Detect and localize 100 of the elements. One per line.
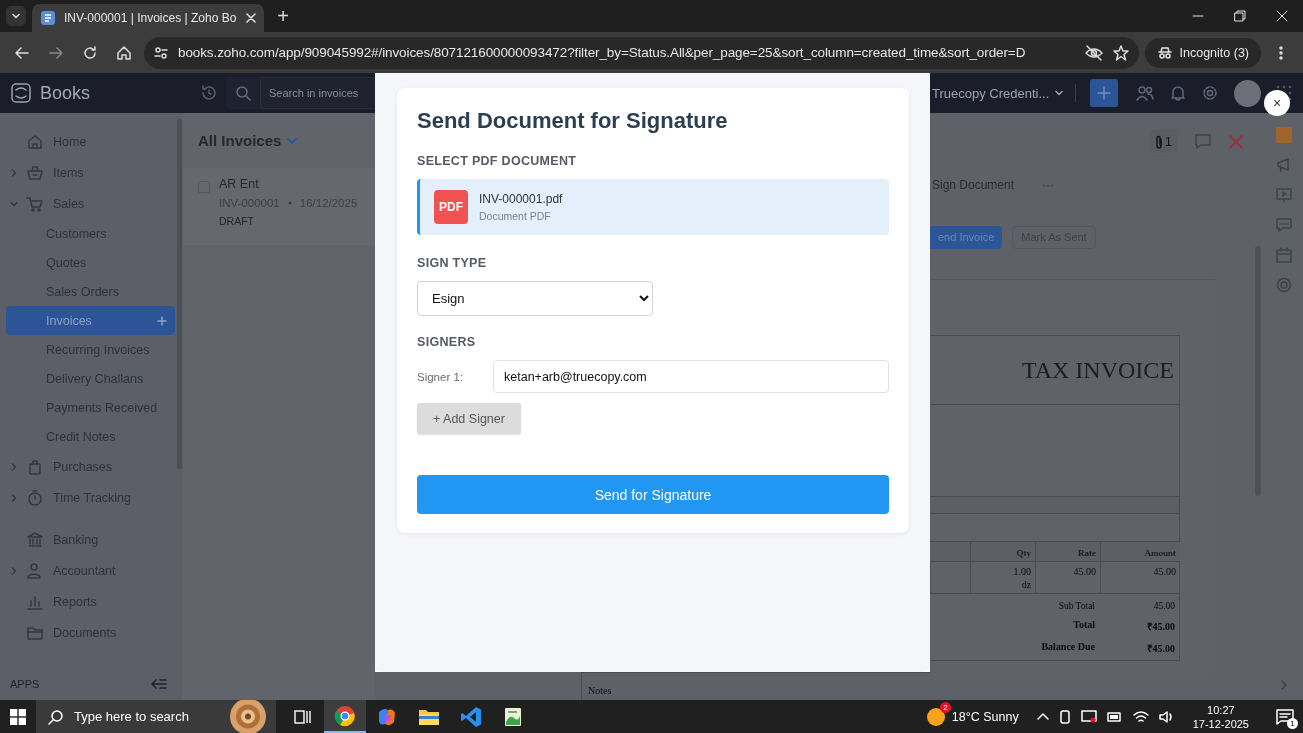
customer-name: AR Ent [219,177,260,191]
task-view-icon[interactable] [294,708,312,725]
total-label: Balance Due [1041,641,1095,652]
chevron-down-icon [9,199,18,208]
search-icon [235,85,251,101]
battery-icon [1106,711,1123,722]
total-value: ₹45.00 [1146,621,1175,632]
total-label: Sub Total [1058,601,1095,611]
bank-icon [26,530,44,549]
star-icon [1112,44,1129,61]
history-icon [200,84,218,102]
taskbar-app[interactable] [324,700,366,733]
file-name: INV-000001.pdf [479,192,563,206]
chevron-down-icon [287,136,298,145]
chevron-up-icon [1036,710,1049,723]
table-cell: 45.00 [1153,566,1176,577]
chevron-right-icon [9,462,18,471]
sidebar-subitem[interactable]: Invoices [6,306,175,335]
search-icon [48,708,64,725]
send-invoice-button[interactable]: end Invoice [930,225,1003,249]
column-header: Rate [1078,548,1096,558]
file-type: Document PDF [479,210,552,222]
section-label: APPS [10,678,40,690]
video-icon [1276,187,1292,203]
signer-label: Signer 1: [417,370,465,383]
people-icon [1136,85,1155,101]
cart-icon [26,194,44,213]
calendar-icon [1276,247,1292,263]
plus-icon [157,315,167,326]
bell-icon [1170,85,1187,101]
chat-icon [1276,217,1292,233]
reload-icon [82,44,98,61]
sign-type-select[interactable]: Esign [417,281,653,316]
table-cell-text: 1.00 [1012,566,1031,577]
chevron-down-icon [11,11,21,21]
forward-icon [48,44,64,61]
dialog-title: Send Document for Signature [417,108,729,134]
support-icon [1276,277,1292,293]
plus-icon [1097,86,1112,100]
bag-icon [26,457,44,476]
add-signer-button[interactable]: + Add Signer [417,403,521,434]
file-option[interactable]: PDF INV-000001.pdf Document PDF [417,179,889,235]
logo-icon [10,82,32,104]
home-icon [26,132,44,151]
stopwatch-icon [26,488,44,507]
add-button[interactable] [1090,79,1119,107]
section-label: SELECT PDF DOCUMENT [417,154,578,168]
close-icon [1229,134,1243,149]
person-icon [26,561,44,580]
table-cell: 45.00 [1073,566,1096,577]
settings-icon [1202,85,1219,101]
column-header: Qty [1016,548,1031,558]
total-value: ₹45.00 [1146,643,1175,654]
browser-tab[interactable]: INV-000001 | Invoices | Zoho Bo [32,4,264,32]
notepad-icon[interactable] [502,705,524,728]
more-button[interactable]: ··· [1042,178,1055,192]
address-bar[interactable]: books.zoho.com/app/909045992#/invoices/807121600000093472?filter_by=Status.All&per_page=25&sort_column=created_time&sort_order=D [144,36,1139,69]
avatar[interactable] [1234,79,1262,107]
megaphone-icon [1276,157,1292,173]
view-title[interactable]: All Invoices [198,132,282,149]
chevron-right-icon [9,168,18,177]
browser-icon[interactable] [334,704,356,727]
page-icon [40,10,56,26]
chevron-right-icon [1280,680,1288,690]
notes-label: Notes [588,685,612,696]
home-icon [116,44,132,61]
paperclip-icon [1154,134,1163,149]
clock[interactable]: 10:27 17-12-2025 [1192,702,1249,731]
send-button[interactable]: Send for Signature [417,475,889,514]
speaker-icon [1158,709,1175,724]
chevron-down-icon [1055,89,1064,97]
status-text: DRAFT [219,215,255,227]
section-label: SIGNERS [417,335,477,349]
back-icon [14,44,30,61]
incognito-button[interactable]: Incognito (3) [1144,37,1261,68]
column-header: Amount [1144,548,1176,558]
notifications-button[interactable]: 1 [1267,700,1303,733]
section-label: SIGN TYPE [417,256,488,270]
site-settings-icon [154,45,168,60]
new-tab-button[interactable]: + [270,3,296,29]
monitor-icon [1080,709,1097,724]
table-cell-text: dz [1021,580,1031,590]
sun-icon [925,706,946,727]
code-editor-icon[interactable] [460,705,482,728]
signer-email-field[interactable]: ketan+arb@truecopy.com [493,360,889,393]
app-logo[interactable]: Books [40,82,91,104]
organization-dropdown[interactable]: Truecopy Credenti... [930,85,1064,101]
attachment-button[interactable]: 1 [1149,130,1177,153]
incognito-icon [1156,45,1173,60]
windows-icon[interactable] [10,708,26,725]
total-value: 45.00 [1153,601,1175,611]
taskbar-search-field[interactable]: Type here to search [36,700,276,733]
basket-icon [26,163,44,182]
tab-list-button[interactable] [6,6,26,26]
restore-icon [1234,10,1246,22]
pdf-badge: PDF [434,190,468,224]
invoice-title: TAX INVOICE [1021,356,1174,384]
total-label: Total [1073,619,1095,630]
eye-off-icon [1084,44,1103,61]
close-icon [1276,10,1288,22]
